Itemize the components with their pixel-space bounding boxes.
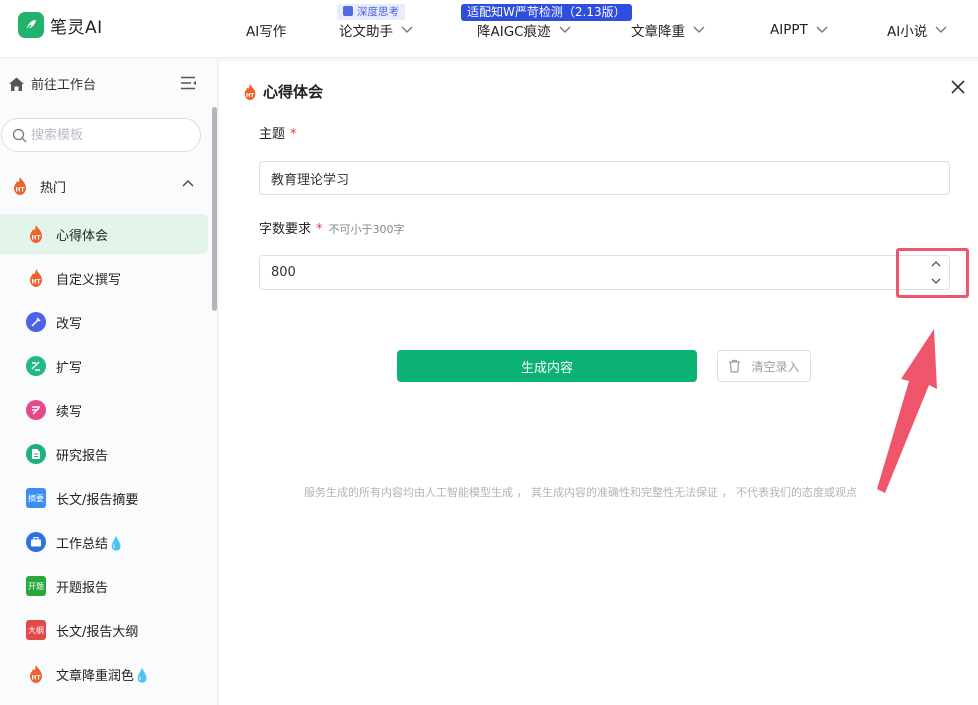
- sidebar-item-custom-writing[interactable]: HT 自定义撰写: [0, 258, 208, 298]
- sidebar-item-proposal[interactable]: 开题 开题报告: [0, 566, 208, 606]
- generate-content-button[interactable]: 生成内容: [397, 350, 697, 382]
- svg-text:HT: HT: [31, 675, 41, 682]
- svg-text:HT: HT: [31, 235, 41, 242]
- fire-ht-icon: HT: [26, 224, 46, 244]
- nav-aippt[interactable]: AIPPT: [770, 20, 828, 40]
- chevron-down-icon: [693, 26, 705, 34]
- collapse-sidebar-icon[interactable]: [180, 76, 197, 94]
- fire-ht-icon: HT: [26, 268, 46, 288]
- brand-logo-icon: [18, 12, 44, 38]
- svg-text:HT: HT: [246, 92, 254, 98]
- form-title: HT 心得体会: [241, 81, 323, 102]
- summary-icon: 摘要: [26, 488, 46, 508]
- sidebar-item-continue[interactable]: 续写: [0, 390, 208, 430]
- top-nav-bar: 笔灵AI 深度思考 适配知W严苛检测（2.13版） AI写作 论文助手 降AIG…: [0, 0, 978, 58]
- sidebar-item-summary[interactable]: 摘要 长文/报告摘要: [0, 478, 208, 518]
- sidebar-item-rewrite[interactable]: 改写: [0, 302, 208, 342]
- nav-ai-novel[interactable]: AI小说: [887, 20, 947, 40]
- svg-text:HT: HT: [15, 187, 25, 194]
- sidebar: 前往工作台 HT 热门 HT 心得体会 HT 自定义撰写 改写 扩写 续写 研究…: [0, 59, 218, 705]
- briefcase-icon: [26, 532, 46, 552]
- nav-article-dedup[interactable]: 文章降重: [631, 20, 705, 40]
- brand[interactable]: 笔灵AI: [18, 12, 103, 38]
- sidebar-item-outline[interactable]: 大纲 长文/报告大纲: [0, 610, 208, 650]
- chevron-down-icon: [816, 26, 828, 34]
- sidebar-scrollbar[interactable]: [212, 107, 217, 311]
- word-count-label: 字数要求 * 不可小于300字: [259, 222, 405, 237]
- ai-disclaimer: 服务生成的所有内容均由人工智能模型生成 ， 其生成内容的准确性和完整性无法保证 …: [304, 486, 857, 499]
- brand-name: 笔灵AI: [50, 17, 103, 38]
- close-icon[interactable]: [951, 80, 967, 96]
- nav-paper-assistant[interactable]: 论文助手: [339, 20, 413, 40]
- deep-think-badge: 深度思考: [337, 4, 405, 20]
- go-to-workbench-link[interactable]: 前往工作台: [8, 74, 96, 93]
- group-hot-header[interactable]: HT 热门: [10, 175, 200, 197]
- nav-reduce-aigc[interactable]: 降AIGC痕迹: [477, 20, 571, 40]
- annotation-highlight-box: [896, 248, 969, 298]
- form-card: HT 心得体会 主题* 字数要求*不可小于300字 生成内容 清空录入 服务生成…: [219, 61, 978, 705]
- nav-ai-writing[interactable]: AI写作: [246, 20, 286, 40]
- continue-icon: [26, 400, 46, 420]
- sidebar-item-dedup-polish[interactable]: HT 文章降重润色💧: [0, 654, 208, 694]
- search-icon: [12, 128, 27, 142]
- sidebar-item-work-summary[interactable]: 工作总结💧: [0, 522, 208, 562]
- promo-badge: 适配知W严苛检测（2.13版）: [461, 4, 632, 21]
- annotation-arrow: [877, 329, 937, 493]
- fire-ht-icon: HT: [26, 664, 46, 684]
- chevron-down-icon: [935, 26, 947, 34]
- svg-text:HT: HT: [31, 279, 41, 286]
- required-mark: *: [290, 127, 297, 142]
- required-mark: *: [316, 222, 323, 237]
- topic-label: 主题 *: [259, 127, 297, 142]
- proposal-icon: 开题: [26, 576, 46, 596]
- rewrite-icon: [26, 312, 46, 332]
- sidebar-item-research-report[interactable]: 研究报告: [0, 434, 208, 474]
- topic-input[interactable]: [259, 161, 950, 195]
- chevron-up-icon: [182, 180, 194, 187]
- clear-input-button[interactable]: 清空录入: [717, 350, 811, 382]
- word-count-hint: 不可小于300字: [328, 223, 405, 236]
- sidebar-item-expand[interactable]: 扩写: [0, 346, 208, 386]
- deep-think-icon: [343, 6, 353, 16]
- chevron-down-icon: [401, 26, 413, 34]
- word-count-input[interactable]: [260, 256, 900, 289]
- template-search-box[interactable]: [1, 118, 201, 152]
- home-icon: [9, 77, 24, 91]
- expand-icon: [26, 356, 46, 376]
- word-count-stepper[interactable]: [259, 255, 950, 290]
- outline-icon: 大纲: [26, 620, 46, 640]
- fire-ht-icon: HT: [14, 177, 26, 195]
- fire-ht-icon: HT: [244, 83, 256, 100]
- document-icon: [26, 444, 46, 464]
- sidebar-item-reflection[interactable]: HT 心得体会: [0, 214, 208, 254]
- chevron-down-icon: [559, 26, 571, 34]
- trash-icon: [729, 359, 741, 373]
- template-search-input[interactable]: [31, 127, 191, 143]
